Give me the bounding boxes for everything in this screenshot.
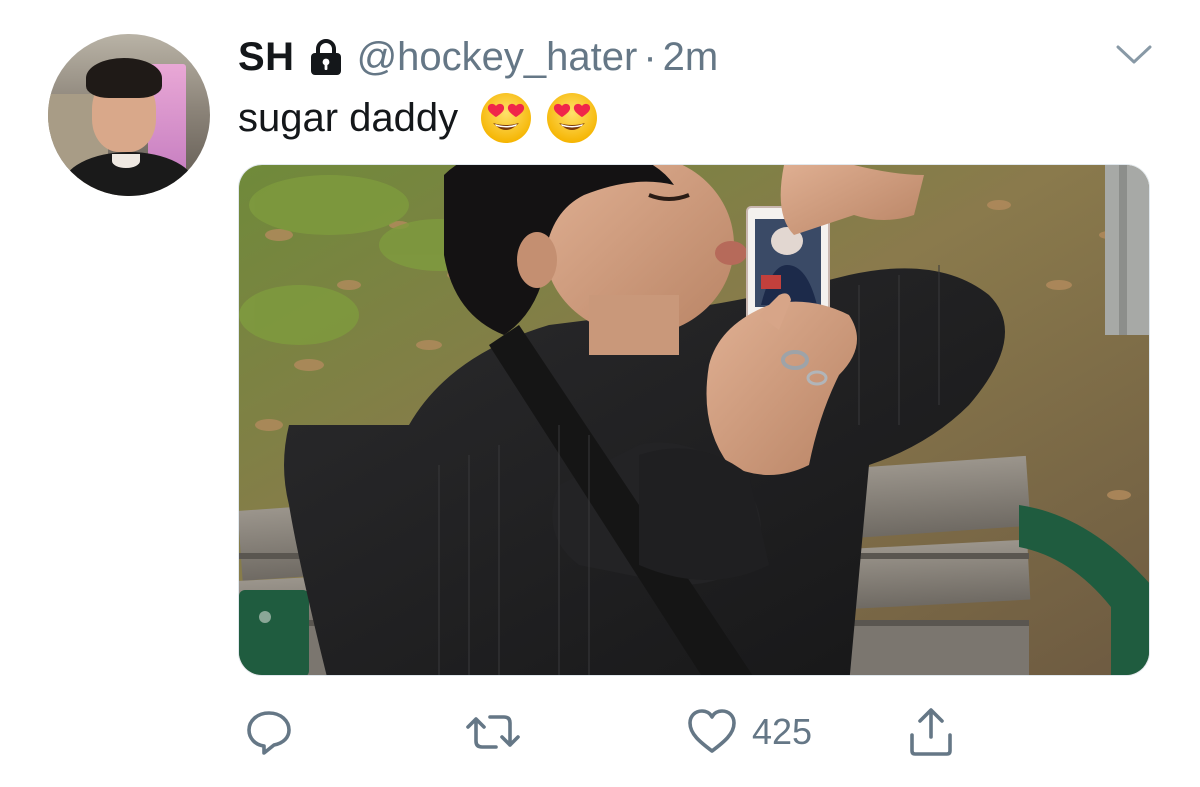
reply-icon	[247, 711, 291, 755]
like-button[interactable]: 425	[686, 700, 812, 764]
lock-icon	[310, 39, 341, 75]
person-lips	[715, 241, 747, 265]
tweet-actions: 425	[240, 700, 1000, 770]
tweet-header: SH @hockey_hater · 2m	[238, 30, 718, 84]
reply-button[interactable]	[244, 700, 294, 764]
like-count: 425	[752, 711, 813, 752]
heart-eyes-emoji-icon	[547, 93, 598, 143]
timestamp[interactable]: 2m	[663, 35, 719, 80]
tweet-photo[interactable]	[238, 164, 1150, 676]
heart-icon	[688, 709, 736, 753]
tweet-text: sugar daddy	[238, 92, 598, 144]
person-ear	[517, 232, 557, 288]
tweet-text-content: sugar daddy	[238, 95, 459, 140]
fence-post-shadow	[1119, 165, 1127, 335]
fence-post	[1105, 165, 1149, 335]
share-button[interactable]	[906, 700, 956, 764]
avatar[interactable]	[48, 34, 210, 196]
retweet-button[interactable]	[466, 700, 520, 764]
tweet: SH @hockey_hater · 2m sugar daddy 425	[0, 0, 1200, 787]
share-icon	[910, 708, 952, 756]
retweet-icon	[466, 715, 520, 749]
avatar-collar	[112, 154, 140, 168]
photo-scene	[239, 165, 1149, 675]
heart-eyes-emoji-icon	[481, 93, 532, 143]
display-name[interactable]: SH	[238, 35, 295, 80]
chevron-down-icon[interactable]	[1112, 38, 1156, 70]
handle[interactable]: @hockey_hater	[357, 35, 638, 80]
avatar-hair	[86, 58, 162, 98]
person-neck	[589, 295, 679, 355]
separator-dot: ·	[643, 34, 657, 79]
